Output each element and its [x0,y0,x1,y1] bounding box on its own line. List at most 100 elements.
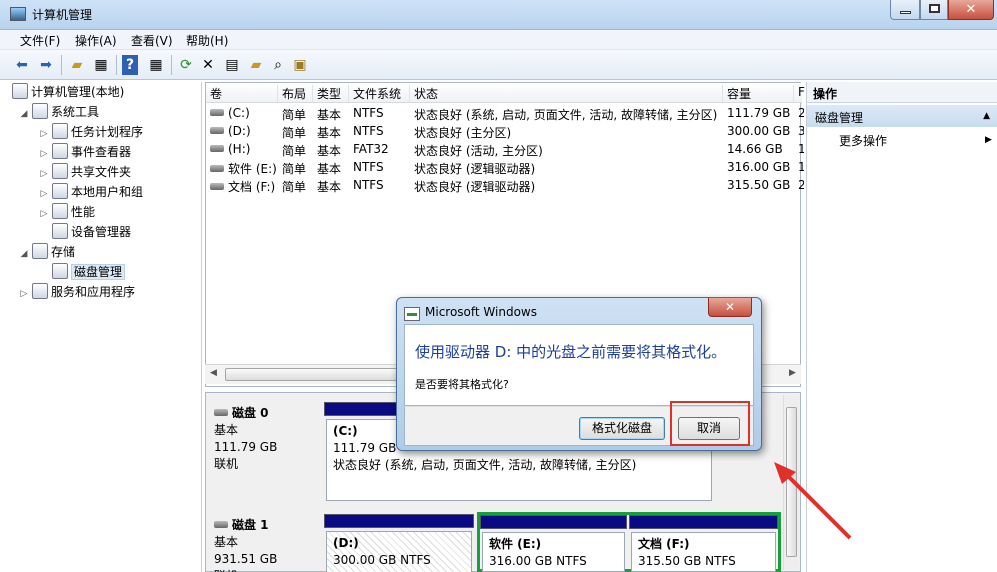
properties-icon[interactable]: ▤ [222,55,242,75]
menu-file[interactable]: 文件(F) [20,32,60,49]
expand-arrow-icon[interactable]: ▷ [38,164,50,184]
expand-arrow-icon[interactable]: ▷ [38,204,50,224]
volume-cell-status: 状态良好 (主分区) [414,126,512,140]
format-icon[interactable]: ▣ [290,55,310,75]
show-pane-icon[interactable]: ▦ [146,55,166,75]
tree-item-shared-folders[interactable]: ▷ 共享文件夹 [38,162,131,182]
drive-icon [210,183,224,190]
volume-cell-type: 基本 [317,108,342,122]
tree-item-performance[interactable]: ▷ 性能 [38,202,95,222]
close-button[interactable]: ✕ [948,0,994,20]
title-bar: 计算机管理 ✕ [0,0,997,30]
tree-item-root[interactable]: 计算机管理(本地) [10,82,124,102]
close-icon: ✕ [965,2,977,17]
volume-cell-vol: (H:) [210,142,280,156]
expand-arrow-icon[interactable]: ▷ [38,184,50,204]
expand-arrow-icon[interactable]: ▷ [38,124,50,144]
volume-cell-cap: 315.50 GB [727,178,791,192]
column-header-free[interactable]: F [794,85,805,102]
drive-icon [210,127,224,134]
back-arrow-icon[interactable]: ⬅ [12,55,32,75]
collapse-arrow-icon[interactable]: ◢ [18,244,30,264]
collapse-icon[interactable]: ▲ [983,111,990,121]
volume-cell-layout: 简单 [282,126,307,140]
up-folder-icon[interactable]: ▰ [67,55,87,75]
partition-d-bar [324,514,474,528]
collapse-arrow-icon[interactable]: ◢ [18,104,30,124]
partition-e-bar [480,515,627,529]
open-icon[interactable]: ▰ [246,55,266,75]
partition-f[interactable]: 文档 (F:) 315.50 GB NTFS [631,532,776,572]
minimize-button[interactable] [890,0,920,20]
delete-icon[interactable]: ✕ [198,55,218,75]
menu-action[interactable]: 操作(A) [75,32,117,49]
volume-cell-vol: (C:) [210,106,280,120]
scroll-left-icon[interactable]: ◀ [210,368,217,378]
column-header-status[interactable]: 状态 [410,85,723,102]
maximize-button[interactable] [920,0,948,20]
tree-item-task-scheduler[interactable]: ▷ 任务计划程序 [38,122,143,142]
partition-e[interactable]: 软件 (E:) 316.00 GB NTFS [482,532,625,572]
dialog-body: 使用驱动器 D: 中的光盘之前需要将其格式化。 是否要将其格式化? [404,324,754,406]
volume-cell-f: 1 [798,160,804,174]
annotation-arrow-icon [774,462,852,540]
tree-item-device-manager[interactable]: 设备管理器 [38,222,131,242]
shared-folder-icon [52,163,68,179]
volume-cell-f: 2 [798,178,804,192]
volume-row[interactable]: (D:) 简单 基本 NTFS 状态良好 (主分区) 300.00 GB 3 [206,123,804,141]
volume-cell-cap: 111.79 GB [727,106,791,120]
disk-icon [214,409,228,416]
scroll-right-icon[interactable]: ▶ [789,368,796,378]
column-header-layout[interactable]: 布局 [278,85,313,102]
actions-section-disk-management[interactable]: 磁盘管理 ▲ [807,105,997,127]
help-icon[interactable]: ? [122,55,138,75]
partition-d[interactable]: (D:) 300.00 GB NTFS [326,531,472,572]
volume-cell-layout: 简单 [282,144,307,158]
volume-cell-fs: FAT32 [353,142,389,156]
menu-view[interactable]: 查看(V) [131,32,173,49]
volume-cell-type: 基本 [317,162,342,176]
drive-icon [210,109,224,116]
volume-cell-cap: 300.00 GB [727,124,791,138]
tree-item-storage[interactable]: ◢ 存储 [18,242,75,262]
window-title: 计算机管理 [32,8,93,22]
dialog-close-button[interactable]: ✕ [708,298,752,317]
column-header-filesystem[interactable]: 文件系统 [349,85,410,102]
volume-cell-status: 状态良好 (系统, 启动, 页面文件, 活动, 故障转储, 主分区) [414,108,718,122]
refresh-icon[interactable]: ⟳ [176,55,196,75]
event-viewer-icon [52,143,68,159]
format-disk-button[interactable]: 格式化磁盘 [579,417,665,440]
volume-cell-layout: 简单 [282,180,307,194]
tree-item-event-viewer[interactable]: ▷ 事件查看器 [38,142,131,162]
volume-row[interactable]: 文档 (F:) 简单 基本 NTFS 状态良好 (逻辑驱动器) 315.50 GB 2 [206,177,804,195]
show-tree-icon[interactable]: ▦ [91,55,111,75]
search-icon[interactable]: ⌕ [268,55,288,75]
volume-cell-cap: 316.00 GB [727,160,791,174]
tree-item-disk-management[interactable]: 磁盘管理 [38,262,126,282]
volume-row[interactable]: (C:) 简单 基本 NTFS 状态良好 (系统, 启动, 页面文件, 活动, 故障转储… [206,105,804,123]
more-actions-link[interactable]: 更多操作 [839,132,887,149]
partition-f-bar [629,515,778,529]
disk-0-label: 磁盘 0 基本 111.79 GB 联机 [214,406,278,471]
tree-item-system-tools[interactable]: ◢ 系统工具 [18,102,99,122]
expand-arrow-icon[interactable]: ▷ [18,284,30,304]
volume-row[interactable]: (H:) 简单 基本 FAT32 状态良好 (活动, 主分区) 14.66 GB 1 [206,141,804,159]
forward-arrow-icon[interactable]: ➡ [36,55,56,75]
column-header-type[interactable]: 类型 [313,85,349,102]
volume-cell-vol: (D:) [210,124,280,138]
volume-cell-cap: 14.66 GB [727,142,783,156]
tree-item-local-users[interactable]: ▷ 本地用户和组 [38,182,143,202]
volume-cell-type: 基本 [317,126,342,140]
tree-item-services[interactable]: ▷ 服务和应用程序 [18,282,135,302]
volume-row[interactable]: 软件 (E:) 简单 基本 NTFS 状态良好 (逻辑驱动器) 316.00 GB 1 [206,159,804,177]
volume-name: (H:) [228,142,251,156]
expand-arrow-icon[interactable]: ▷ [38,144,50,164]
computer-icon [12,83,28,99]
column-header-volume[interactable]: 卷 [206,85,278,102]
volume-name: 文档 (F:) [228,180,276,194]
actions-title: 操作 [807,82,997,103]
column-header-capacity[interactable]: 容量 [723,85,794,102]
menu-help[interactable]: 帮助(H) [186,32,228,49]
volume-name: (D:) [228,124,251,138]
disk-management-icon [52,263,68,279]
